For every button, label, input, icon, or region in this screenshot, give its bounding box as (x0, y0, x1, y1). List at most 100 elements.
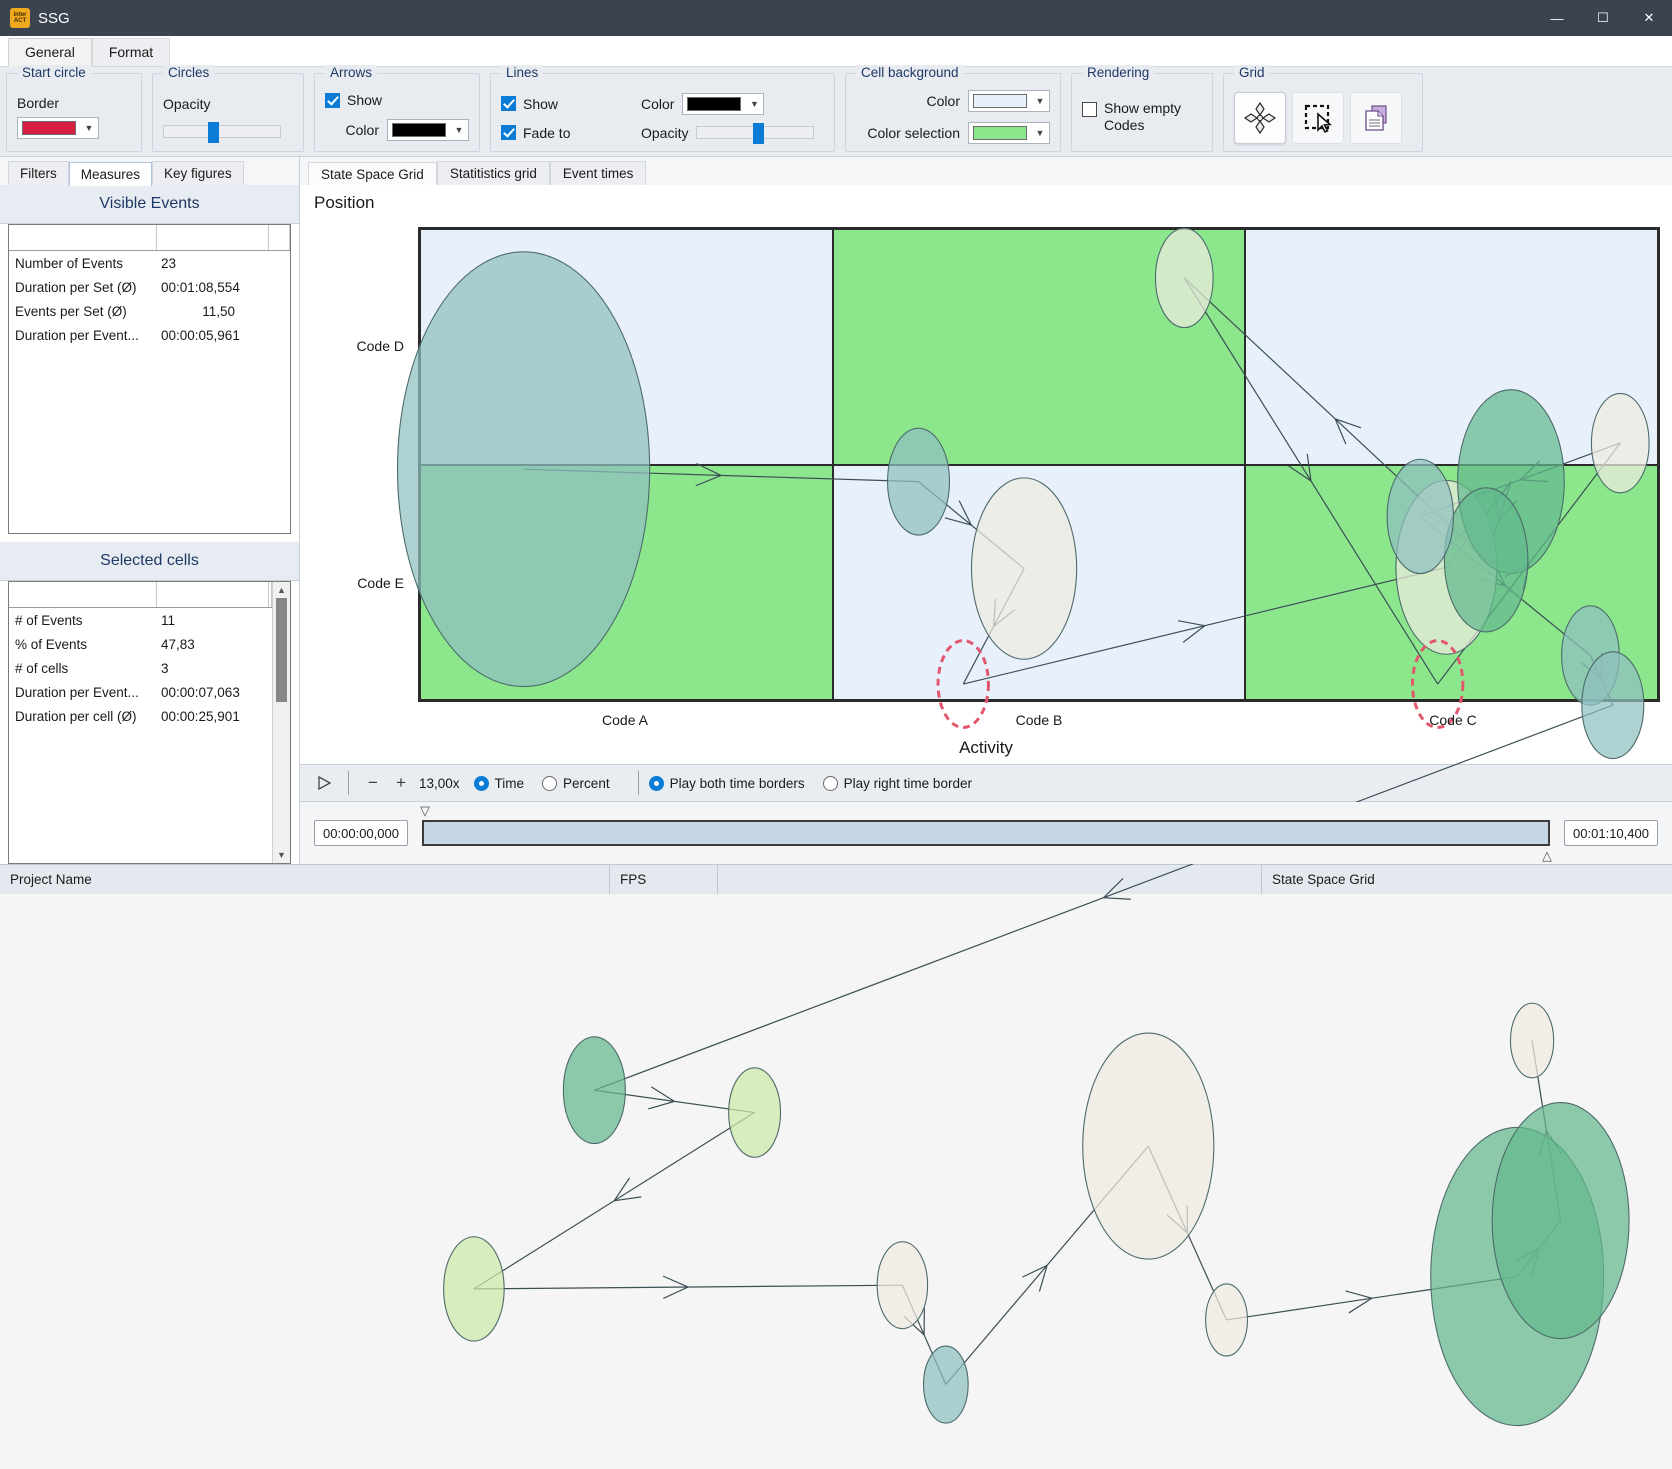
event-circle[interactable] (1582, 652, 1644, 759)
start-time-field[interactable]: 00:00:00,000 (314, 820, 408, 846)
table-row[interactable]: % of Events 47,83 (9, 632, 272, 656)
start-circle-border-swatch (22, 120, 76, 135)
chevron-down-handle-icon[interactable]: ▽ (420, 803, 430, 819)
tab-general[interactable]: General (8, 38, 92, 67)
event-circle[interactable] (444, 1237, 505, 1341)
table-row[interactable]: # of cells 3 (9, 656, 272, 680)
table-row[interactable]: Events per Set (Ø) 11,50 (9, 299, 290, 323)
event-circle[interactable] (1492, 1103, 1629, 1339)
lines-show-checkbox[interactable] (501, 96, 516, 111)
timeline-bar: 00:00:00,000 ▽ △ 00:01:10,400 (300, 802, 1672, 864)
arrows-color-swatch (392, 123, 446, 137)
event-circle[interactable] (398, 252, 650, 687)
row-label: Duration per Set (Ø) (15, 279, 137, 295)
arrows-color-label: Color (345, 122, 379, 138)
close-button[interactable]: ✕ (1626, 0, 1672, 36)
event-circle[interactable] (924, 1346, 969, 1423)
group-circles-title: Circles (163, 65, 215, 80)
column-header-value (157, 225, 269, 250)
tab-event-times[interactable]: Event times (549, 161, 647, 185)
row-value: 47,83 (161, 636, 195, 652)
lines-fade-checkbox[interactable] (501, 125, 516, 140)
x-tick-label: Code B (1015, 712, 1063, 728)
radio-percent-indicator[interactable] (542, 775, 558, 791)
copy-document-icon-button[interactable] (1350, 91, 1402, 144)
maximize-button[interactable]: ☐ (1580, 0, 1626, 36)
speed-decrease-button[interactable]: − (359, 771, 387, 795)
end-time-field[interactable]: 00:01:10,400 (1564, 820, 1658, 846)
marquee-select-icon-button[interactable] (1292, 91, 1344, 144)
arrows-color-picker[interactable]: ▼ (387, 119, 469, 141)
cellbg-color-picker[interactable]: ▼ (968, 89, 1050, 112)
table-row[interactable]: Duration per Event... 00:00:05,961 (9, 323, 290, 347)
table-row[interactable]: Duration per Event... 00:00:07,063 (9, 680, 272, 704)
tab-measures[interactable]: Measures (68, 162, 153, 186)
event-circle[interactable] (1510, 1003, 1553, 1078)
event-circle[interactable] (1083, 1033, 1214, 1259)
cellbg-selection-swatch (973, 125, 1027, 140)
event-circle[interactable] (1387, 459, 1453, 573)
event-circle[interactable] (972, 478, 1077, 659)
diamond-cluster-icon-button[interactable] (1234, 91, 1286, 144)
radio-time-indicator[interactable] (473, 775, 489, 791)
row-label: Duration per Event... (15, 327, 139, 343)
circles-opacity-label: Opacity (163, 95, 211, 112)
tab-filters[interactable]: Filters (8, 161, 69, 185)
event-circle[interactable] (888, 428, 950, 535)
radio-play-both-indicator[interactable] (648, 775, 664, 791)
chevron-down-icon: ▼ (1035, 95, 1045, 106)
show-empty-codes-checkbox[interactable] (1082, 101, 1097, 117)
row-value: 23 (161, 255, 177, 271)
group-rendering-title: Rendering (1082, 65, 1155, 80)
event-circle[interactable] (1591, 393, 1649, 492)
table-row[interactable]: Duration per cell (Ø) 00:00:25,901 (9, 704, 272, 728)
selected-cells-scrollbar[interactable]: ▲ ▼ (272, 582, 290, 863)
circles-opacity-thumb[interactable] (208, 121, 220, 143)
circles-opacity-slider[interactable] (163, 121, 281, 143)
event-circle[interactable] (563, 1037, 625, 1144)
arrows-show-label: Show (347, 92, 383, 108)
arrows-show-checkbox[interactable] (325, 92, 340, 108)
scroll-down-icon[interactable]: ▼ (273, 847, 291, 863)
lines-opacity-thumb[interactable] (753, 123, 765, 144)
app-logo-icon: inter ACT (10, 8, 30, 28)
play-icon (318, 775, 332, 791)
cellbg-color-swatch (973, 93, 1027, 108)
table-row[interactable]: # of Events 11 (9, 608, 272, 632)
start-circle-border-color-picker[interactable]: ▼ (17, 116, 99, 139)
chevron-up-handle-icon[interactable]: △ (1542, 848, 1552, 864)
tab-statistics-grid[interactable]: Statitistics grid (436, 161, 550, 185)
ribbon-toolbar: Start circle Border ▼ Circles Opacity Ar… (0, 65, 1672, 157)
tab-state-space-grid[interactable]: State Space Grid (308, 162, 437, 186)
y-tick-label: Code D (356, 337, 404, 354)
group-rendering: Rendering Show empty Codes (1071, 65, 1213, 152)
window-controls: — ☐ ✕ (1534, 0, 1672, 36)
cellbg-selection-color-picker[interactable]: ▼ (968, 121, 1050, 144)
lines-color-label: Color (641, 95, 675, 112)
event-circle[interactable] (1206, 1284, 1248, 1356)
group-start-circle-title: Start circle (17, 65, 91, 80)
event-circle[interactable] (1444, 488, 1528, 632)
lines-opacity-slider[interactable] (696, 123, 815, 144)
lines-fade-label: Fade to (523, 124, 571, 141)
speed-increase-button[interactable]: + (387, 771, 415, 795)
selected-cells-table: # of Events 11 % of Events 47,83 # of cells 3… (8, 581, 291, 864)
y-tick-label: Code E (357, 575, 404, 592)
radio-play-right-indicator[interactable] (822, 775, 838, 791)
plot-region[interactable]: Code D Code E Code A Code B Code C (357, 227, 1660, 702)
tab-format[interactable]: Format (91, 38, 171, 66)
lines-color-picker[interactable]: ▼ (682, 92, 765, 115)
row-label: % of Events (15, 636, 88, 652)
table-row[interactable]: Duration per Set (Ø) 00:01:08,554 (9, 275, 290, 299)
state-space-grid-chart[interactable]: Position Activity Code D Code E Code A Code… (300, 185, 1672, 764)
timeline-track[interactable]: ▽ △ (420, 803, 1552, 863)
event-circle[interactable] (1155, 228, 1213, 327)
event-circle[interactable] (729, 1068, 781, 1157)
scrollbar-thumb[interactable] (276, 598, 287, 702)
play-icon-button[interactable] (310, 771, 338, 795)
event-circle[interactable] (877, 1242, 927, 1329)
scroll-up-icon[interactable]: ▲ (273, 582, 291, 598)
table-row[interactable]: Number of Events 23 (9, 251, 290, 275)
tab-key-figures[interactable]: Key figures (152, 161, 244, 185)
minimize-button[interactable]: — (1534, 0, 1580, 36)
